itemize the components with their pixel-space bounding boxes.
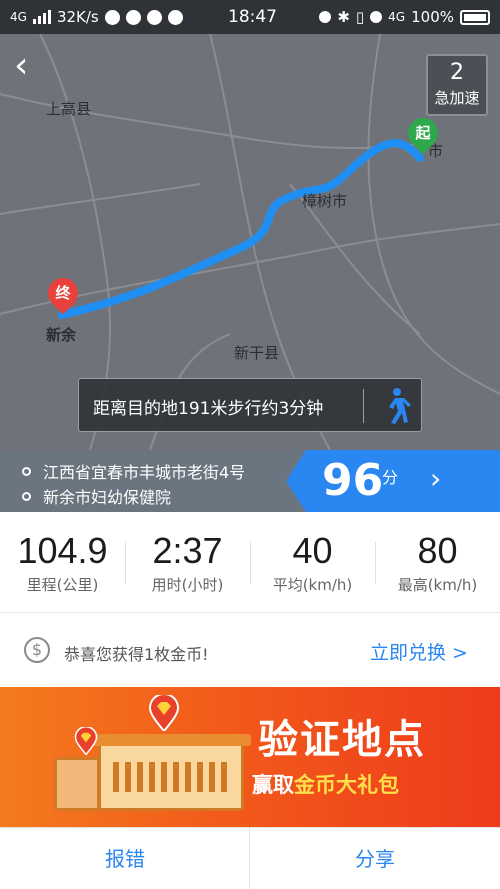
walk-hint-text: 距离目的地191米步行约3分钟 bbox=[93, 399, 324, 419]
network-type: 4G bbox=[10, 10, 27, 24]
acceleration-count: 2 bbox=[450, 60, 464, 85]
weibo-icon bbox=[125, 9, 141, 25]
redeem-button[interactable]: 立即兑换 > bbox=[370, 638, 468, 665]
map-label-zhangshu: 樟树市 bbox=[302, 192, 348, 210]
route-map[interactable]: ‹ 2 急加速 上高县 樟树市 市 新余 新干县 起 终 距离目的地191米步行… bbox=[0, 34, 500, 450]
coin-icon: $ bbox=[24, 637, 50, 663]
walk-hint-separator bbox=[363, 389, 364, 423]
report-error-button[interactable]: 报错 bbox=[0, 828, 250, 889]
network-speed: 32K/s bbox=[56, 8, 99, 26]
bottom-action-bar: 报错 分享 bbox=[0, 827, 500, 889]
to-dot bbox=[22, 491, 31, 501]
back-button[interactable]: ‹ bbox=[14, 48, 48, 88]
stat-distance-value: 104.9 bbox=[17, 530, 108, 571]
alarm-icon bbox=[370, 11, 383, 23]
stat-average-speed: 40 平均(km/h) bbox=[250, 512, 375, 612]
chevron-right-icon: › bbox=[430, 462, 442, 495]
share-button[interactable]: 分享 bbox=[250, 828, 500, 889]
end-pin-label: 终 bbox=[55, 284, 71, 302]
app-icon bbox=[104, 9, 120, 25]
map-label-shanggao: 上高县 bbox=[46, 100, 92, 118]
trip-to: 新余市妇幼保健院 bbox=[22, 484, 171, 508]
banner-title: 验证地点 bbox=[258, 717, 426, 763]
stat-duration-label: 用时(小时) bbox=[151, 576, 224, 594]
map-label-xingan: 新干县 bbox=[234, 344, 280, 362]
trip-from-text: 江西省宜春市丰城市老街4号 bbox=[43, 463, 246, 482]
walk-icon[interactable] bbox=[377, 387, 413, 425]
diamond-pin-small-icon bbox=[74, 727, 98, 755]
status-bar: 4G 32K/s 18:47 ✱ ▯ 4G 100% bbox=[0, 0, 500, 34]
end-pin[interactable]: 终 bbox=[41, 271, 85, 315]
building-roof bbox=[91, 734, 251, 746]
building-illustration bbox=[91, 734, 251, 811]
coin-row: $ 恭喜您获得1枚金币! 立即兑换 > bbox=[0, 613, 500, 687]
battery-icon bbox=[460, 9, 490, 25]
signal-icon bbox=[32, 10, 51, 24]
banner-sub-prefix: 赢取 bbox=[252, 773, 294, 797]
battery-text: 100% bbox=[411, 8, 454, 26]
bluetooth-icon: ✱ bbox=[337, 8, 350, 26]
stat-average-label: 平均(km/h) bbox=[272, 576, 353, 594]
trip-to-text: 新余市妇幼保健院 bbox=[43, 488, 172, 507]
banner-subtitle: 赢取金币大礼包 bbox=[252, 769, 399, 799]
stat-distance: 104.9 里程(公里) bbox=[0, 512, 125, 612]
banner-sub-highlight: 金币大礼包 bbox=[294, 773, 399, 797]
network-type-right: 4G bbox=[388, 10, 406, 24]
stat-distance-label: 里程(公里) bbox=[26, 576, 99, 594]
trip-stats: 104.9 里程(公里) 2:37 用时(小时) 40 平均(km/h) 80 … bbox=[0, 512, 500, 612]
stat-duration-value: 2:37 bbox=[152, 530, 223, 571]
from-dot bbox=[22, 466, 31, 476]
qq-icon bbox=[146, 9, 162, 25]
coin-message: 恭喜您获得1枚金币! bbox=[64, 645, 209, 664]
vibrate-icon: ▯ bbox=[355, 8, 365, 26]
location-icon bbox=[319, 11, 332, 23]
stat-duration: 2:37 用时(小时) bbox=[125, 512, 250, 612]
stat-max-value: 80 bbox=[417, 530, 458, 571]
score-unit: 分 bbox=[382, 468, 399, 487]
status-right: ✱ ▯ 4G 100% bbox=[319, 8, 490, 26]
stat-average-value: 40 bbox=[292, 530, 333, 571]
clock: 18:47 bbox=[228, 7, 277, 27]
stat-max-label: 最高(km/h) bbox=[397, 576, 478, 594]
score-button[interactable]: 96 分 › bbox=[286, 450, 500, 512]
small-building-illustration bbox=[54, 757, 100, 811]
acceleration-badge[interactable]: 2 急加速 bbox=[426, 54, 488, 116]
stat-max-speed: 80 最高(km/h) bbox=[375, 512, 500, 612]
start-pin-label: 起 bbox=[415, 124, 431, 142]
map-label-xinyu: 新余 bbox=[46, 326, 77, 344]
start-pin[interactable]: 起 bbox=[401, 111, 445, 155]
trip-from: 江西省宜春市丰城市老街4号 bbox=[22, 459, 245, 483]
acceleration-label: 急加速 bbox=[434, 89, 480, 107]
wechat-icon bbox=[167, 9, 183, 25]
score-value: 96 bbox=[322, 455, 384, 506]
promo-banner[interactable]: 验证地点 赢取金币大礼包 bbox=[0, 687, 500, 827]
building-windows bbox=[113, 762, 231, 792]
status-left: 4G 32K/s bbox=[10, 8, 183, 26]
walk-hint-box[interactable]: 距离目的地191米步行约3分钟 bbox=[78, 378, 422, 432]
diamond-pin-icon bbox=[148, 695, 180, 731]
